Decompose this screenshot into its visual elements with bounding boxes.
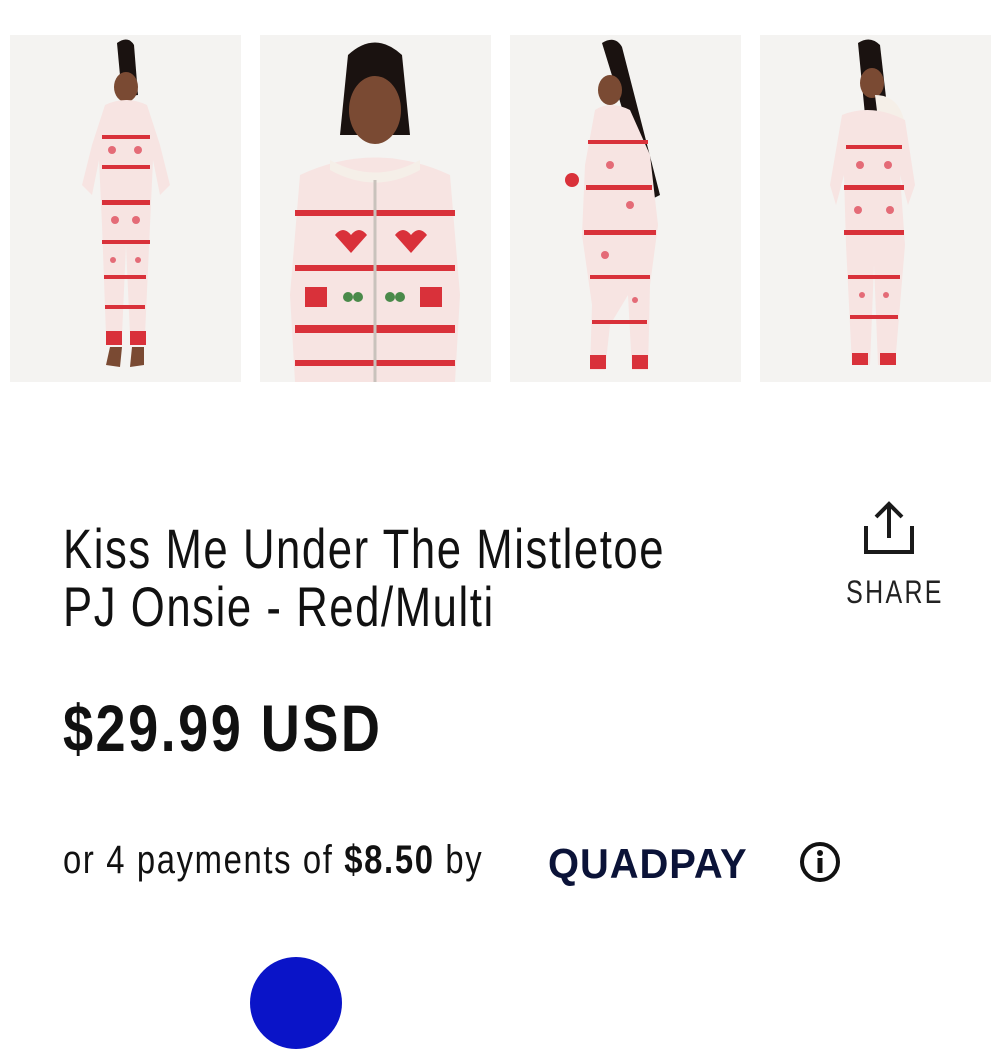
installment-suffix: by: [434, 838, 484, 882]
product-price: $29.99 USD: [63, 691, 383, 765]
model-closeup-image: [260, 35, 491, 382]
installment-amount: $8.50: [344, 838, 435, 882]
quadpay-wordmark: QUADPAY: [548, 840, 748, 887]
color-swatch-blue[interactable]: [250, 957, 342, 1049]
installment-prefix: or 4 payments of: [63, 838, 345, 882]
product-title-line-1: Kiss Me Under The Mistletoe: [63, 517, 666, 580]
product-image-gallery: [0, 0, 1000, 400]
info-icon[interactable]: [798, 840, 842, 884]
quadpay-logo[interactable]: QUADPAY: [548, 840, 758, 888]
model-back-image: [760, 35, 991, 382]
product-thumbnail-side[interactable]: [510, 35, 741, 382]
share-icon: [864, 501, 914, 554]
model-side-image: [510, 35, 741, 382]
product-thumbnail-back[interactable]: [760, 35, 991, 382]
product-thumbnail-front[interactable]: [10, 35, 241, 382]
model-front-image: [10, 35, 241, 382]
product-title-line-2: PJ Onsie - Red/Multi: [63, 575, 495, 638]
installment-text: or 4 payments of $8.50 by: [63, 838, 483, 883]
share-button[interactable]: SHARE: [834, 500, 944, 611]
share-label: SHARE: [846, 574, 944, 610]
product-thumbnail-closeup[interactable]: [260, 35, 491, 382]
product-title: Kiss Me Under The Mistletoe PJ Onsie - R…: [63, 520, 812, 636]
